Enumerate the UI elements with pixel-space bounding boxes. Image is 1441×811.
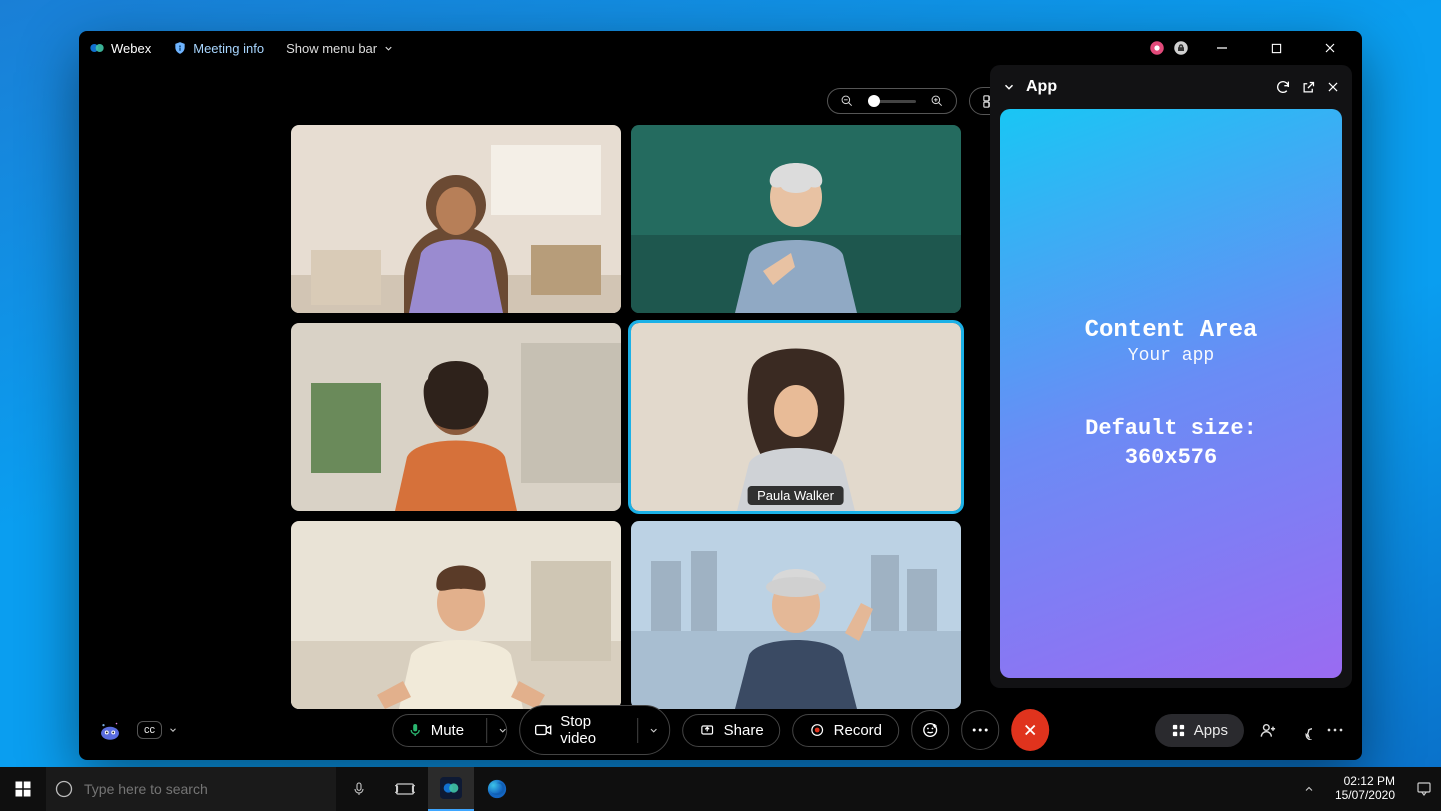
clock-date: 15/07/2020 xyxy=(1335,789,1395,803)
lock-icon[interactable] xyxy=(1172,39,1190,57)
meeting-info-button[interactable]: Meeting info xyxy=(173,41,264,56)
app-panel: App Content Area Your app Default size: … xyxy=(990,65,1352,688)
shield-info-icon xyxy=(173,41,187,55)
taskbar-app-webex[interactable] xyxy=(428,767,474,811)
taskbar-search[interactable] xyxy=(46,767,336,811)
content-subheading: Your app xyxy=(1128,346,1214,366)
titlebar-left: Webex Meeting info Show menu bar xyxy=(89,40,394,56)
brand[interactable]: Webex xyxy=(89,40,151,56)
mute-button[interactable]: Mute xyxy=(392,714,508,747)
refresh-icon[interactable] xyxy=(1275,79,1291,95)
cc-icon: cc xyxy=(137,721,162,739)
recording-dot-icon[interactable] xyxy=(1148,39,1166,57)
video-tile[interactable] xyxy=(631,521,961,709)
zoom-out-icon[interactable] xyxy=(840,94,854,108)
task-view-icon[interactable] xyxy=(382,767,428,811)
tray-chevron-icon[interactable] xyxy=(1303,783,1315,795)
participants-icon[interactable] xyxy=(1258,720,1278,740)
call-bar: cc Mute Stop video Share xyxy=(79,700,1362,760)
chevron-down-icon xyxy=(168,725,178,735)
record-button[interactable]: Record xyxy=(793,714,899,747)
apps-grid-icon xyxy=(1171,723,1186,738)
zoom-track[interactable] xyxy=(868,100,916,103)
titlebar-right xyxy=(1148,33,1352,63)
start-button[interactable] xyxy=(0,767,46,811)
more-options-icon[interactable] xyxy=(1326,727,1344,733)
video-tile[interactable] xyxy=(631,125,961,313)
taskbar-tray: 02:12 PM 15/07/2020 xyxy=(1303,775,1441,803)
share-icon xyxy=(700,722,716,738)
taskbar-icons xyxy=(336,767,520,811)
search-circle-icon xyxy=(54,779,74,799)
app-panel-header: App xyxy=(990,65,1352,109)
default-size-label: Default size: xyxy=(1085,416,1257,441)
mic-icon xyxy=(407,722,423,738)
chevron-down-icon xyxy=(383,43,394,54)
video-tile[interactable] xyxy=(291,521,621,709)
video-tile[interactable] xyxy=(291,125,621,313)
record-label: Record xyxy=(834,722,882,739)
video-tile-active[interactable]: Paula Walker xyxy=(631,323,961,511)
cortana-mic-icon[interactable] xyxy=(336,767,382,811)
chat-icon[interactable] xyxy=(1292,720,1312,740)
content-heading: Content Area xyxy=(1085,317,1258,344)
zoom-slider[interactable] xyxy=(827,88,957,114)
share-label: Share xyxy=(724,722,764,739)
brand-label: Webex xyxy=(111,41,151,56)
stop-video-label: Stop video xyxy=(560,713,615,747)
callbar-center: Mute Stop video Share Record xyxy=(392,705,1050,755)
popout-icon[interactable] xyxy=(1301,80,1316,95)
zoom-in-icon[interactable] xyxy=(930,94,944,108)
meeting-info-label: Meeting info xyxy=(193,41,264,56)
close-icon[interactable] xyxy=(1326,80,1340,94)
callbar-left: cc xyxy=(97,717,178,743)
default-size-value: 360x576 xyxy=(1125,445,1217,470)
webex-window: Webex Meeting info Show menu bar xyxy=(79,31,1362,760)
apps-button[interactable]: Apps xyxy=(1155,714,1244,747)
participant-name-badge: Paula Walker xyxy=(747,486,844,505)
window-minimize-button[interactable] xyxy=(1200,33,1244,63)
video-dropdown[interactable] xyxy=(638,718,670,743)
reactions-button[interactable] xyxy=(911,710,949,750)
taskbar-app-edge[interactable] xyxy=(474,767,520,811)
mute-dropdown[interactable] xyxy=(486,718,507,743)
record-icon xyxy=(810,722,826,738)
encryption-indicators xyxy=(1148,39,1190,57)
video-grid-area: Paula Walker xyxy=(199,125,1052,688)
taskbar-clock[interactable]: 02:12 PM 15/07/2020 xyxy=(1329,775,1401,803)
clock-time: 02:12 PM xyxy=(1335,775,1395,789)
apps-label: Apps xyxy=(1194,722,1228,739)
camera-icon xyxy=(534,723,552,737)
video-grid: Paula Walker xyxy=(291,125,961,709)
mute-label: Mute xyxy=(431,722,464,739)
app-panel-body: Content Area Your app Default size: 360x… xyxy=(1000,109,1342,678)
zoom-thumb[interactable] xyxy=(868,95,880,107)
show-menubar-label: Show menu bar xyxy=(286,41,377,56)
video-tile[interactable] xyxy=(291,323,621,511)
chevron-down-icon[interactable] xyxy=(1002,80,1016,94)
stop-video-button[interactable]: Stop video xyxy=(519,705,670,755)
app-panel-title: App xyxy=(1026,78,1057,96)
show-menubar-button[interactable]: Show menu bar xyxy=(286,41,394,56)
more-button[interactable] xyxy=(961,710,999,750)
notifications-icon[interactable] xyxy=(1415,780,1433,798)
assistant-icon[interactable] xyxy=(97,717,123,743)
window-close-button[interactable] xyxy=(1308,33,1352,63)
callbar-right: Apps xyxy=(1155,714,1344,747)
search-input[interactable] xyxy=(84,781,324,797)
windows-taskbar: 02:12 PM 15/07/2020 xyxy=(0,767,1441,811)
share-button[interactable]: Share xyxy=(683,714,781,747)
titlebar: Webex Meeting info Show menu bar xyxy=(79,31,1362,65)
window-maximize-button[interactable] xyxy=(1254,33,1298,63)
webex-logo-icon xyxy=(89,40,105,56)
end-call-button[interactable] xyxy=(1011,709,1049,751)
captions-toggle[interactable]: cc xyxy=(137,721,178,739)
